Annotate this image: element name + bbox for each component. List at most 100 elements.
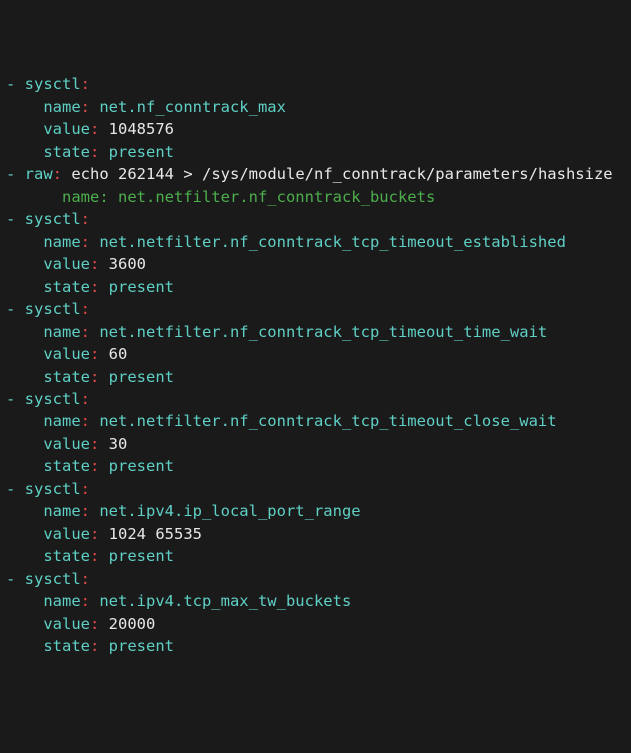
token-num: 60 — [109, 345, 128, 363]
token-dash — [6, 143, 43, 161]
token-key: value — [43, 525, 90, 543]
code-line: state: present — [6, 455, 625, 477]
code-line: - sysctl: — [6, 208, 625, 230]
token-colon: : — [90, 525, 109, 543]
token-colon: : — [90, 435, 109, 453]
token-str: net.netfilter.nf_conntrack_tcp_timeout_c… — [99, 412, 556, 430]
code-line: state: present — [6, 635, 625, 657]
token-colon: : — [90, 637, 109, 655]
token-colon: : — [90, 120, 109, 138]
token-str: present — [109, 278, 174, 296]
token-colon: : — [81, 210, 90, 228]
token-num: 1024 65535 — [109, 525, 202, 543]
token-dash — [6, 615, 43, 633]
token-colon: : — [90, 547, 109, 565]
token-key: sysctl — [25, 570, 81, 588]
token-key: state — [43, 637, 90, 655]
code-line: - sysctl: — [6, 388, 625, 410]
token-dash — [6, 233, 43, 251]
token-str: present — [109, 143, 174, 161]
token-dash — [6, 120, 43, 138]
code-line: - sysctl: — [6, 478, 625, 500]
code-line: value: 3600 — [6, 253, 625, 275]
token-cmt: name: net.netfilter.nf_conntrack_buckets — [62, 188, 435, 206]
code-line: name: net.netfilter.nf_conntrack_tcp_tim… — [6, 231, 625, 253]
token-dash: - — [6, 210, 25, 228]
token-colon: : — [81, 570, 90, 588]
token-colon: : — [81, 98, 100, 116]
token-key: value — [43, 435, 90, 453]
code-line: value: 1048576 — [6, 118, 625, 140]
code-line: state: present — [6, 545, 625, 567]
token-key: state — [43, 143, 90, 161]
token-str: present — [109, 637, 174, 655]
code-line: value: 30 — [6, 433, 625, 455]
token-str: net.ipv4.ip_local_port_range — [99, 502, 360, 520]
token-key: name — [43, 233, 80, 251]
token-colon: : — [90, 615, 109, 633]
token-key: sysctl — [25, 75, 81, 93]
token-dash — [6, 368, 43, 386]
token-num: 262144 — [118, 165, 174, 183]
code-line: name: net.ipv4.ip_local_port_range — [6, 500, 625, 522]
token-key: name — [43, 323, 80, 341]
token-dash — [6, 525, 43, 543]
code-line: - sysctl: — [6, 568, 625, 590]
token-dash: - — [6, 75, 25, 93]
token-num: 20000 — [109, 615, 156, 633]
code-line: - raw: echo 262144 > /sys/module/nf_conn… — [6, 163, 625, 185]
token-key: sysctl — [25, 210, 81, 228]
token-dash: - — [6, 480, 25, 498]
token-key: state — [43, 278, 90, 296]
token-key: sysctl — [25, 390, 81, 408]
token-colon: : — [90, 457, 109, 475]
token-key: state — [43, 547, 90, 565]
token-colon: : — [90, 368, 109, 386]
token-dash: - — [6, 570, 25, 588]
token-colon: : — [81, 233, 100, 251]
token-key: value — [43, 345, 90, 363]
code-line: name: net.ipv4.tcp_max_tw_buckets — [6, 590, 625, 612]
token-colon: : — [81, 75, 90, 93]
token-colon: : — [81, 502, 100, 520]
token-colon: : — [53, 165, 72, 183]
token-key: sysctl — [25, 480, 81, 498]
token-key: state — [43, 457, 90, 475]
token-dash: - — [6, 390, 25, 408]
token-colon: : — [90, 255, 109, 273]
token-colon: : — [81, 412, 100, 430]
code-line: state: present — [6, 366, 625, 388]
token-str: present — [109, 547, 174, 565]
token-key: name — [43, 502, 80, 520]
code-line: name: net.netfilter.nf_conntrack_tcp_tim… — [6, 410, 625, 432]
token-key: sysctl — [25, 300, 81, 318]
token-strw: > /sys/module/nf_conntrack/parameters/ha… — [174, 165, 613, 183]
token-key: value — [43, 255, 90, 273]
token-colon: : — [90, 143, 109, 161]
code-line: state: present — [6, 141, 625, 163]
code-line: value: 1024 65535 — [6, 523, 625, 545]
token-num: 30 — [109, 435, 128, 453]
token-dash: - — [6, 165, 25, 183]
token-colon: : — [81, 300, 90, 318]
token-str: net.nf_conntrack_max — [99, 98, 286, 116]
token-key: value — [43, 120, 90, 138]
token-num: 1048576 — [109, 120, 174, 138]
code-line: name: net.nf_conntrack_max — [6, 96, 625, 118]
token-key: raw — [25, 165, 53, 183]
token-colon: : — [81, 592, 100, 610]
token-num: 3600 — [109, 255, 146, 273]
token-key: name — [43, 412, 80, 430]
token-dash — [6, 435, 43, 453]
code-line: - sysctl: — [6, 73, 625, 95]
token-str: net.netfilter.nf_conntrack_tcp_timeout_t… — [99, 323, 547, 341]
token-dash — [6, 188, 62, 206]
code-line: value: 60 — [6, 343, 625, 365]
code-line: name: net.netfilter.nf_conntrack_tcp_tim… — [6, 321, 625, 343]
token-dash — [6, 592, 43, 610]
code-line: state: present — [6, 276, 625, 298]
token-colon: : — [90, 345, 109, 363]
token-dash — [6, 457, 43, 475]
token-colon: : — [81, 480, 90, 498]
token-dash — [6, 98, 43, 116]
